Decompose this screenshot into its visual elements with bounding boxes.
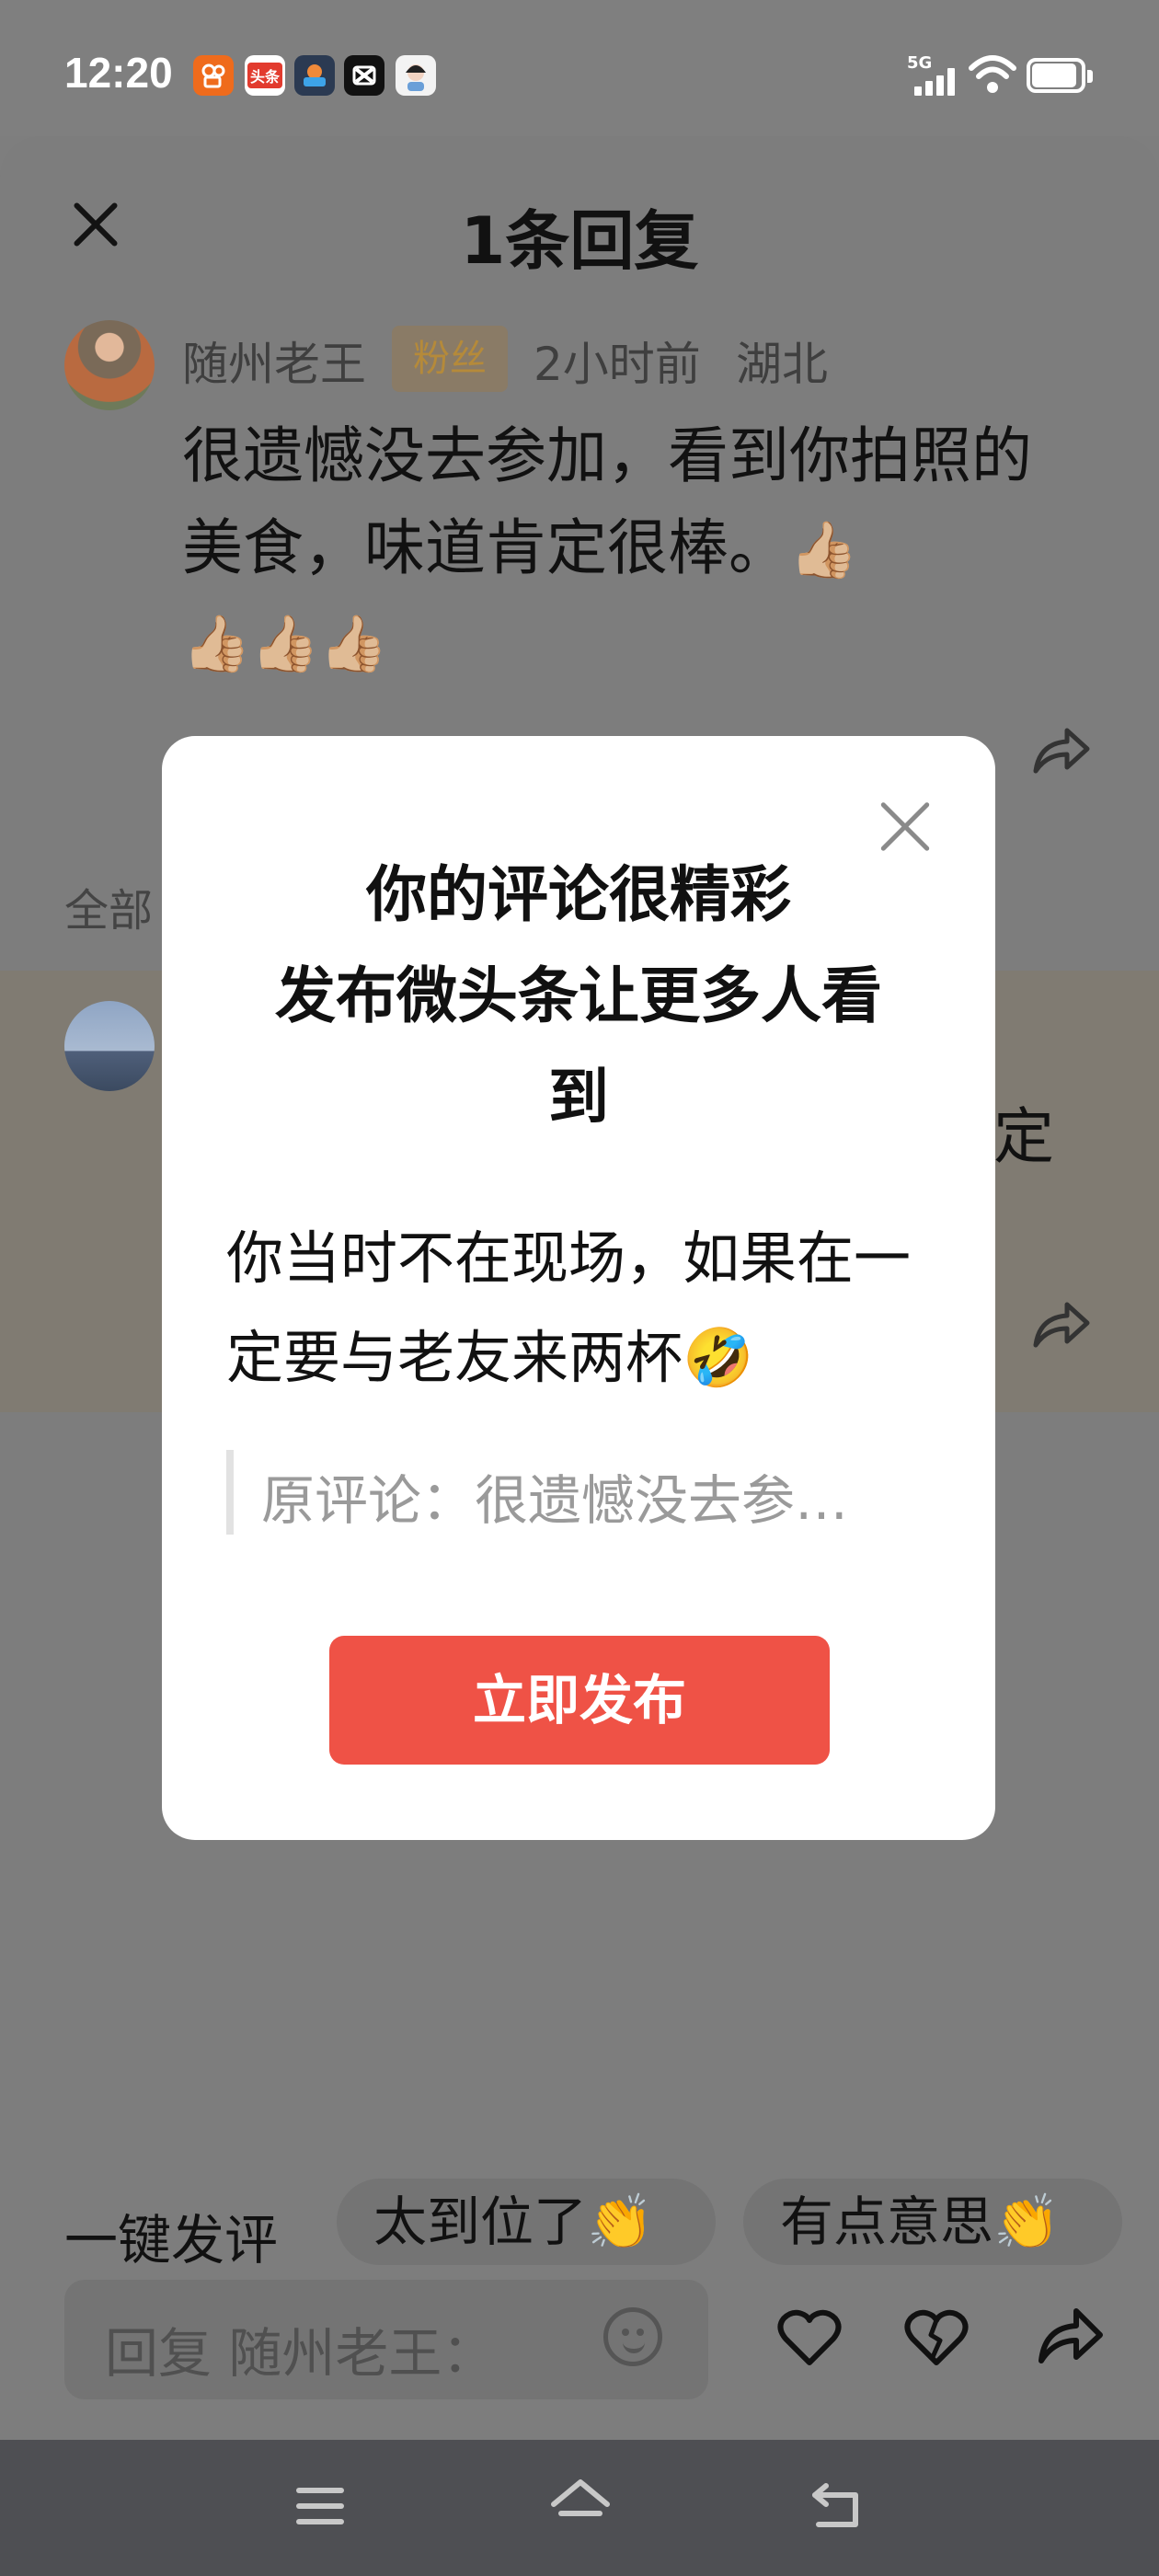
home-icon[interactable]	[548, 2477, 613, 2532]
comment-location: 湖北	[736, 338, 828, 391]
game-icon	[294, 55, 335, 96]
reply-text-fragment: 定	[993, 1101, 1054, 1172]
signal-icon	[914, 68, 957, 96]
kuaishou-icon	[193, 55, 234, 96]
original-comment-quote: 原评论：很遗憾没去参…	[261, 1469, 849, 1532]
publish-dialog: 你的评论很精彩 发布微头条让更多人看 到 你当时不在现场，如果在一定要与老友来两…	[162, 736, 995, 1840]
comment-author[interactable]: 随州老王	[182, 328, 366, 394]
toutiao-icon: 头条	[245, 55, 285, 96]
battery-icon	[1027, 58, 1093, 93]
clock: 12:20	[64, 49, 173, 97]
user-comment-preview: 你当时不在现场，如果在一定要与老友来两杯🤣	[226, 1209, 925, 1408]
avatar-app-icon	[396, 55, 436, 96]
laughing-emoji: 🤣	[683, 1324, 754, 1391]
comment-text: 很遗憾没去参加，看到你拍照的美食，味道肯定很棒。👍🏼 👍🏼👍🏼👍🏼	[182, 410, 1065, 690]
quick-comment-chip[interactable]: 太到位了👏	[337, 2179, 716, 2265]
reply-input[interactable]: 回复 随州老王：	[64, 2280, 708, 2399]
share-icon[interactable]	[1034, 2300, 1107, 2374]
share-icon[interactable]	[1028, 723, 1093, 778]
dialog-title-line: 你的评论很精彩	[366, 859, 791, 930]
quote-bar	[226, 1450, 234, 1535]
section-label-all: 全部	[64, 885, 154, 937]
avatar[interactable]	[64, 1001, 155, 1091]
thumbs-up-emoji: 👍🏼	[789, 518, 858, 582]
status-bar: 12:20 头条 5G	[0, 0, 1159, 136]
quick-comment-chip[interactable]: 有点意思👏	[743, 2179, 1122, 2265]
thumbs-up-emoji-row: 👍🏼👍🏼👍🏼	[182, 612, 389, 676]
comment-text-content: 你当时不在现场，如果在一定要与老友来两杯	[226, 1225, 912, 1391]
like-icon[interactable]	[773, 2300, 846, 2374]
system-nav-bar	[0, 2440, 1159, 2576]
comment-text-content: 很遗憾没去参加，看到你拍照的美食，味道肯定很棒。	[182, 420, 1032, 583]
publish-button[interactable]: 立即发布	[329, 1636, 830, 1765]
back-icon[interactable]	[808, 2478, 865, 2532]
dialog-title-line: 到	[548, 1062, 609, 1133]
menu-icon[interactable]	[293, 2482, 348, 2530]
emoji-icon[interactable]	[603, 2307, 662, 2366]
avatar[interactable]	[64, 320, 155, 410]
wifi-icon	[969, 55, 1016, 93]
share-icon[interactable]	[1028, 1297, 1093, 1352]
dislike-icon[interactable]	[900, 2300, 973, 2374]
capcut-icon	[344, 55, 384, 96]
dialog-title: 你的评论很精彩 发布微头条让更多人看 到	[217, 845, 940, 1148]
reply-placeholder: 回复 随州老王：	[105, 2322, 496, 2385]
fan-badge: 粉丝	[392, 326, 508, 392]
quick-comment-label: 一键发评	[64, 2209, 279, 2271]
comment-time: 2小时前	[534, 338, 701, 391]
sheet-title: 1条回复	[460, 203, 699, 279]
dialog-title-line: 发布微头条让更多人看	[275, 960, 882, 1031]
